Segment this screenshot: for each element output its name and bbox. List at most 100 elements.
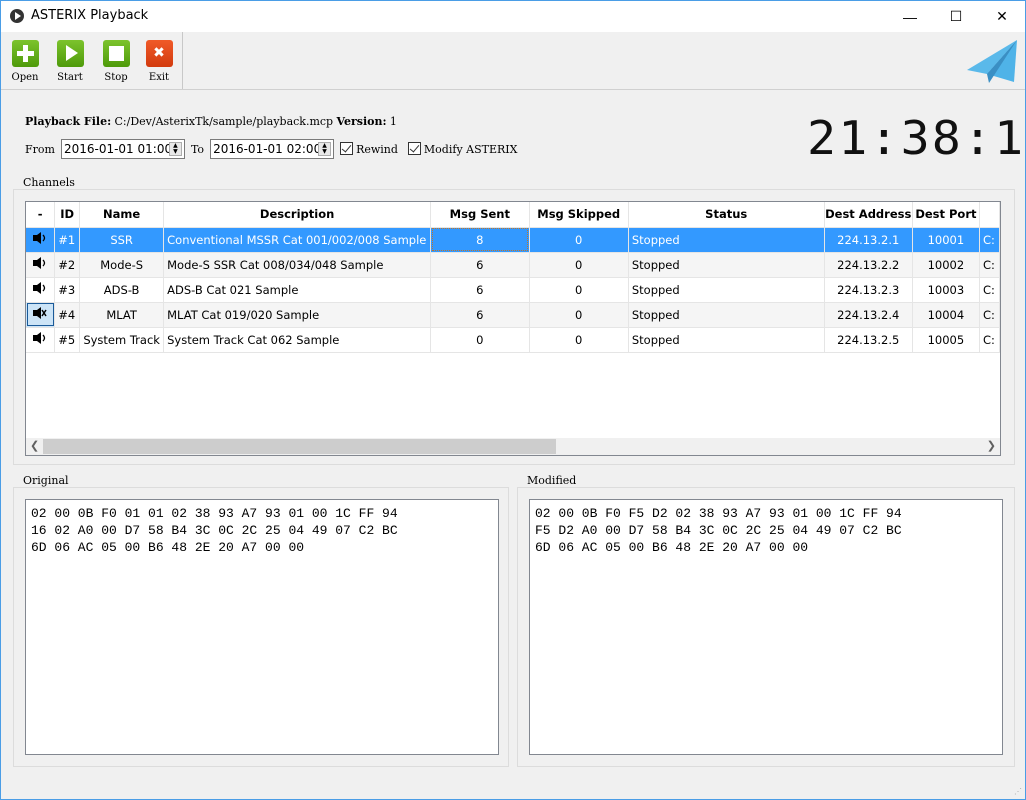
cell-name: MLAT bbox=[79, 302, 165, 328]
cell-sent: 6 bbox=[430, 302, 530, 328]
original-hex-textbox[interactable]: 02 00 0B F0 01 01 02 38 93 A7 93 01 00 1… bbox=[25, 499, 499, 755]
column-header[interactable] bbox=[979, 202, 1000, 228]
cell-address: 224.13.2.1 bbox=[824, 227, 913, 253]
column-header[interactable]: Msg Sent bbox=[430, 202, 530, 228]
to-datetime-input[interactable]: 2016-01-01 02:00 ▲ ▼ bbox=[210, 139, 335, 159]
mute-toggle[interactable] bbox=[26, 252, 56, 278]
table-header-row: - ID Name Description Msg Sent Msg Skipped Sta… bbox=[26, 202, 1000, 228]
cell-id: #1 bbox=[54, 227, 81, 253]
minimize-icon: — bbox=[903, 8, 917, 25]
cell-status: Stopped bbox=[628, 227, 825, 253]
toolbar-separator bbox=[182, 32, 183, 89]
scroll-right-icon[interactable]: ❯ bbox=[987, 439, 996, 452]
mute-toggle[interactable] bbox=[26, 327, 56, 353]
cell-port: 10002 bbox=[912, 252, 980, 278]
cell-skipped: 0 bbox=[529, 327, 629, 353]
cell-extra: C: bbox=[979, 302, 1000, 328]
table-row[interactable]: #1 SSR Conventional MSSR Cat 001/002/008 S… bbox=[26, 227, 1000, 253]
playback-info: Playback File: C:/Dev/AsterixTk/sample/p… bbox=[25, 114, 397, 128]
rewind-label: Rewind bbox=[356, 143, 398, 156]
column-header[interactable]: - bbox=[26, 202, 56, 228]
resize-grip-icon[interactable]: ⋰ bbox=[1014, 787, 1022, 796]
channels-group-label: Channels bbox=[21, 176, 77, 189]
cell-extra: C: bbox=[979, 227, 1000, 253]
horizontal-scrollbar[interactable]: ❮ ❯ bbox=[26, 438, 1000, 455]
from-datetime-input[interactable]: 2016-01-01 01:00 ▲ ▼ bbox=[60, 139, 185, 159]
version-value: 1 bbox=[389, 115, 397, 128]
version-label: Version: bbox=[336, 115, 387, 128]
stop-icon bbox=[102, 40, 130, 67]
cell-sent: 6 bbox=[430, 277, 530, 303]
mute-toggle[interactable] bbox=[26, 227, 56, 253]
scrollbar-thumb[interactable] bbox=[43, 439, 556, 454]
cell-sent: 8 bbox=[430, 227, 530, 253]
cell-address: 224.13.2.3 bbox=[824, 277, 913, 303]
window-title: ASTERIX Playback bbox=[31, 8, 149, 23]
table-row[interactable]: #4 MLAT MLAT Cat 019/020 Sample 6 0 Stopped 22… bbox=[26, 302, 1000, 328]
table-row[interactable]: #3 ADS-B ADS-B Cat 021 Sample 6 0 Stopped 224.… bbox=[26, 277, 1000, 303]
stop-button[interactable]: Stop bbox=[96, 40, 136, 83]
app-play-icon bbox=[10, 9, 24, 23]
cell-skipped: 0 bbox=[529, 302, 629, 328]
cell-id: #3 bbox=[54, 277, 81, 303]
cell-name: System Track bbox=[79, 327, 165, 353]
cell-description: MLAT Cat 019/020 Sample bbox=[163, 302, 432, 328]
exit-button[interactable]: Exit bbox=[139, 40, 179, 83]
cell-id: #5 bbox=[54, 327, 81, 353]
scroll-left-icon[interactable]: ❮ bbox=[30, 439, 39, 452]
cell-id: #4 bbox=[54, 302, 81, 328]
toolbar: Open Start Stop Exit bbox=[1, 32, 1025, 90]
channels-table: - ID Name Description Msg Sent Msg Skipped Sta… bbox=[25, 201, 1001, 456]
open-button[interactable]: Open bbox=[5, 40, 45, 83]
to-label: To bbox=[190, 142, 205, 156]
play-icon bbox=[56, 40, 84, 67]
to-spinner-arrows[interactable]: ▲ ▼ bbox=[318, 142, 332, 156]
rewind-checkbox[interactable]: Rewind bbox=[340, 142, 398, 156]
maximize-icon: ☐ bbox=[949, 8, 963, 24]
from-spinner-arrows[interactable]: ▲ ▼ bbox=[168, 142, 182, 156]
cell-port: 10005 bbox=[912, 327, 980, 353]
column-header[interactable]: Status bbox=[628, 202, 825, 228]
cell-name: SSR bbox=[79, 227, 165, 253]
playback-file-label: Playback File: bbox=[25, 115, 112, 128]
cell-port: 10003 bbox=[912, 277, 980, 303]
modified-hex-textbox[interactable]: 02 00 0B F0 F5 D2 02 38 93 A7 93 01 00 1… bbox=[529, 499, 1003, 755]
speaker-icon bbox=[33, 332, 46, 344]
exit-icon bbox=[145, 40, 173, 67]
column-header[interactable]: Dest Address bbox=[824, 202, 913, 228]
column-header[interactable]: Dest Port bbox=[912, 202, 980, 228]
exit-label: Exit bbox=[148, 72, 170, 83]
maximize-button[interactable]: ☐ bbox=[933, 1, 979, 32]
column-header[interactable]: Name bbox=[79, 202, 165, 228]
minimize-button[interactable]: — bbox=[887, 1, 933, 32]
title-bar: ASTERIX Playback — ☐ ✕ bbox=[1, 1, 1025, 32]
cell-status: Stopped bbox=[628, 277, 825, 303]
cell-status: Stopped bbox=[628, 327, 825, 353]
start-button[interactable]: Start bbox=[50, 40, 90, 83]
modify-asterix-checkbox[interactable]: Modify ASTERIX bbox=[407, 142, 518, 156]
cell-address: 224.13.2.4 bbox=[824, 302, 913, 328]
cell-port: 10004 bbox=[912, 302, 980, 328]
cell-sent: 0 bbox=[430, 327, 530, 353]
cell-description: ADS-B Cat 021 Sample bbox=[163, 277, 432, 303]
cell-name: Mode-S bbox=[79, 252, 165, 278]
column-header[interactable]: Msg Skipped bbox=[529, 202, 629, 228]
speaker-icon bbox=[33, 282, 46, 294]
cell-address: 224.13.2.2 bbox=[824, 252, 913, 278]
speaker-icon bbox=[33, 232, 46, 244]
close-window-button[interactable]: ✕ bbox=[979, 1, 1025, 32]
speaker-icon bbox=[33, 257, 46, 269]
playback-file-value: C:/Dev/AsterixTk/sample/playback.mcp bbox=[114, 115, 334, 128]
mute-toggle[interactable] bbox=[26, 302, 56, 328]
stop-label: Stop bbox=[104, 72, 128, 83]
table-row[interactable]: #2 Mode-S Mode-S SSR Cat 008/034/048 Sampl… bbox=[26, 252, 1000, 278]
cell-description: Mode-S SSR Cat 008/034/048 Sample bbox=[163, 252, 432, 278]
plus-icon bbox=[11, 40, 39, 67]
modify-asterix-label: Modify ASTERIX bbox=[423, 143, 518, 156]
original-group-label: Original bbox=[21, 474, 71, 487]
cell-id: #2 bbox=[54, 252, 81, 278]
mute-toggle[interactable] bbox=[26, 277, 56, 303]
column-header[interactable]: ID bbox=[54, 202, 81, 228]
table-row[interactable]: #5 System Track System Track Cat 062 Sampl… bbox=[26, 327, 1000, 353]
column-header[interactable]: Description bbox=[163, 202, 432, 228]
